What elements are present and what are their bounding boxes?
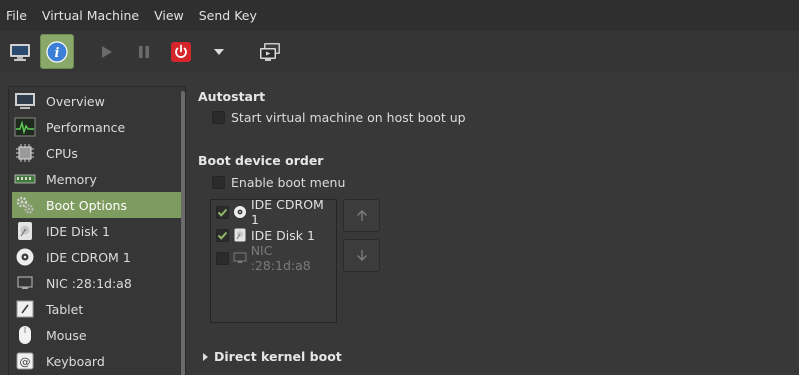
sidebar-item-cpus[interactable]: CPUs [12, 140, 185, 166]
arrow-down-icon [356, 250, 367, 261]
sidebar-item-boot-options[interactable]: Boot Options [12, 192, 185, 218]
performance-graph-icon [14, 116, 36, 138]
nic-icon [233, 251, 247, 265]
menu-send-key[interactable]: Send Key [199, 8, 257, 23]
sidebar-item-overview[interactable]: Overview [12, 88, 185, 114]
menu-file[interactable]: File [6, 8, 27, 23]
expander-arrow-icon [203, 352, 208, 361]
disk-icon [233, 228, 247, 242]
sidebar-item-mouse[interactable]: Mouse [12, 322, 185, 348]
cdrom-icon [233, 205, 247, 219]
sidebar-item-label: Keyboard [46, 353, 105, 369]
sidebar-scrollbar[interactable] [181, 91, 185, 375]
boot-device-label: IDE CDROM 1 [251, 197, 324, 227]
details-button[interactable]: i [40, 34, 74, 69]
checkmark-icon [217, 208, 228, 217]
sidebar-item-ide-disk-1[interactable]: IDE Disk 1 [12, 218, 185, 244]
memory-stick-icon [14, 168, 36, 190]
gears-icon [14, 194, 36, 216]
arrow-up-icon [356, 210, 367, 221]
enable-boot-menu-option[interactable]: Enable boot menu [212, 175, 345, 190]
sidebar-item-label: CPUs [46, 145, 78, 161]
menu-virtual-machine[interactable]: Virtual Machine [42, 8, 139, 23]
direct-kernel-boot-expander[interactable]: Direct kernel boot [203, 349, 342, 364]
shutdown-menu-button[interactable] [209, 34, 229, 69]
sidebar-item-nic[interactable]: NIC :28:1d:a8 [12, 270, 185, 296]
snapshots-button[interactable] [256, 34, 284, 69]
sidebar-item-ide-cdrom-1[interactable]: IDE CDROM 1 [12, 244, 185, 270]
screens-icon [260, 42, 280, 61]
disk-icon [14, 220, 36, 242]
sidebar-item-label: Tablet [46, 301, 84, 317]
sidebar: Overview Performance CPUs Memory Boot Op… [8, 86, 186, 375]
sidebar-item-label: IDE Disk 1 [46, 223, 110, 239]
monitor-icon [14, 90, 36, 112]
boot-device-list: IDE CDROM 1 IDE Disk 1 NIC :28:1d:a8 [210, 197, 337, 323]
boot-device-checkbox[interactable] [216, 251, 229, 265]
mouse-icon [14, 324, 36, 346]
boot-device-label: IDE Disk 1 [251, 227, 315, 243]
menu-view[interactable]: View [154, 8, 184, 23]
sidebar-item-label: Overview [46, 93, 105, 109]
sidebar-item-label: Boot Options [46, 197, 127, 213]
boot-device-label: NIC :28:1d:a8 [250, 243, 311, 273]
monitor-icon [10, 43, 30, 61]
sidebar-item-performance[interactable]: Performance [12, 114, 185, 140]
run-button[interactable] [96, 34, 118, 69]
shutdown-button[interactable] [168, 34, 194, 69]
sidebar-item-label: Memory [46, 171, 97, 187]
enable-boot-menu-checkbox[interactable] [212, 176, 225, 189]
sidebar-item-memory[interactable]: Memory [12, 166, 185, 192]
autostart-title: Autostart [198, 89, 266, 104]
boot-device-checkbox[interactable] [216, 228, 229, 242]
sidebar-item-label: Mouse [46, 327, 87, 343]
boot-device-checkbox[interactable] [216, 205, 229, 219]
move-up-button[interactable] [343, 199, 380, 232]
boot-order-title: Boot device order [198, 153, 324, 168]
sidebar-item-label: IDE CDROM 1 [46, 249, 131, 265]
boot-device-row[interactable]: IDE CDROM 1 [216, 197, 334, 227]
sidebar-item-label: Performance [46, 119, 126, 135]
menubar: File Virtual Machine View Send Key [0, 0, 799, 31]
autostart-checkbox[interactable] [212, 111, 225, 124]
power-icon [171, 41, 191, 62]
svg-text:i: i [55, 46, 60, 61]
console-button[interactable] [4, 34, 36, 69]
autostart-label: Start virtual machine on host boot up [231, 110, 466, 125]
enable-boot-menu-label: Enable boot menu [231, 175, 346, 190]
boot-device-row[interactable]: NIC :28:1d:a8 [216, 243, 334, 273]
toolbar: i [0, 31, 799, 73]
move-down-button[interactable] [343, 239, 380, 272]
autostart-option[interactable]: Start virtual machine on host boot up [212, 110, 466, 125]
sidebar-item-tablet[interactable]: Tablet [12, 296, 185, 322]
direct-kernel-boot-label: Direct kernel boot [214, 349, 342, 364]
tablet-icon [14, 298, 36, 320]
cdrom-icon [14, 246, 36, 268]
play-icon [102, 45, 112, 58]
nic-icon [14, 272, 36, 294]
sidebar-item-label: NIC :28:1d:a8 [46, 275, 132, 291]
chevron-down-icon [214, 48, 224, 55]
pause-button[interactable] [133, 34, 155, 69]
cpu-chip-icon [14, 142, 36, 164]
info-icon: i [46, 40, 68, 63]
svg-text:@: @ [20, 356, 31, 369]
checkmark-icon [217, 231, 228, 240]
keyboard-icon: @ [14, 350, 36, 372]
pause-icon [139, 45, 149, 58]
sidebar-item-keyboard[interactable]: @ Keyboard [12, 348, 185, 374]
